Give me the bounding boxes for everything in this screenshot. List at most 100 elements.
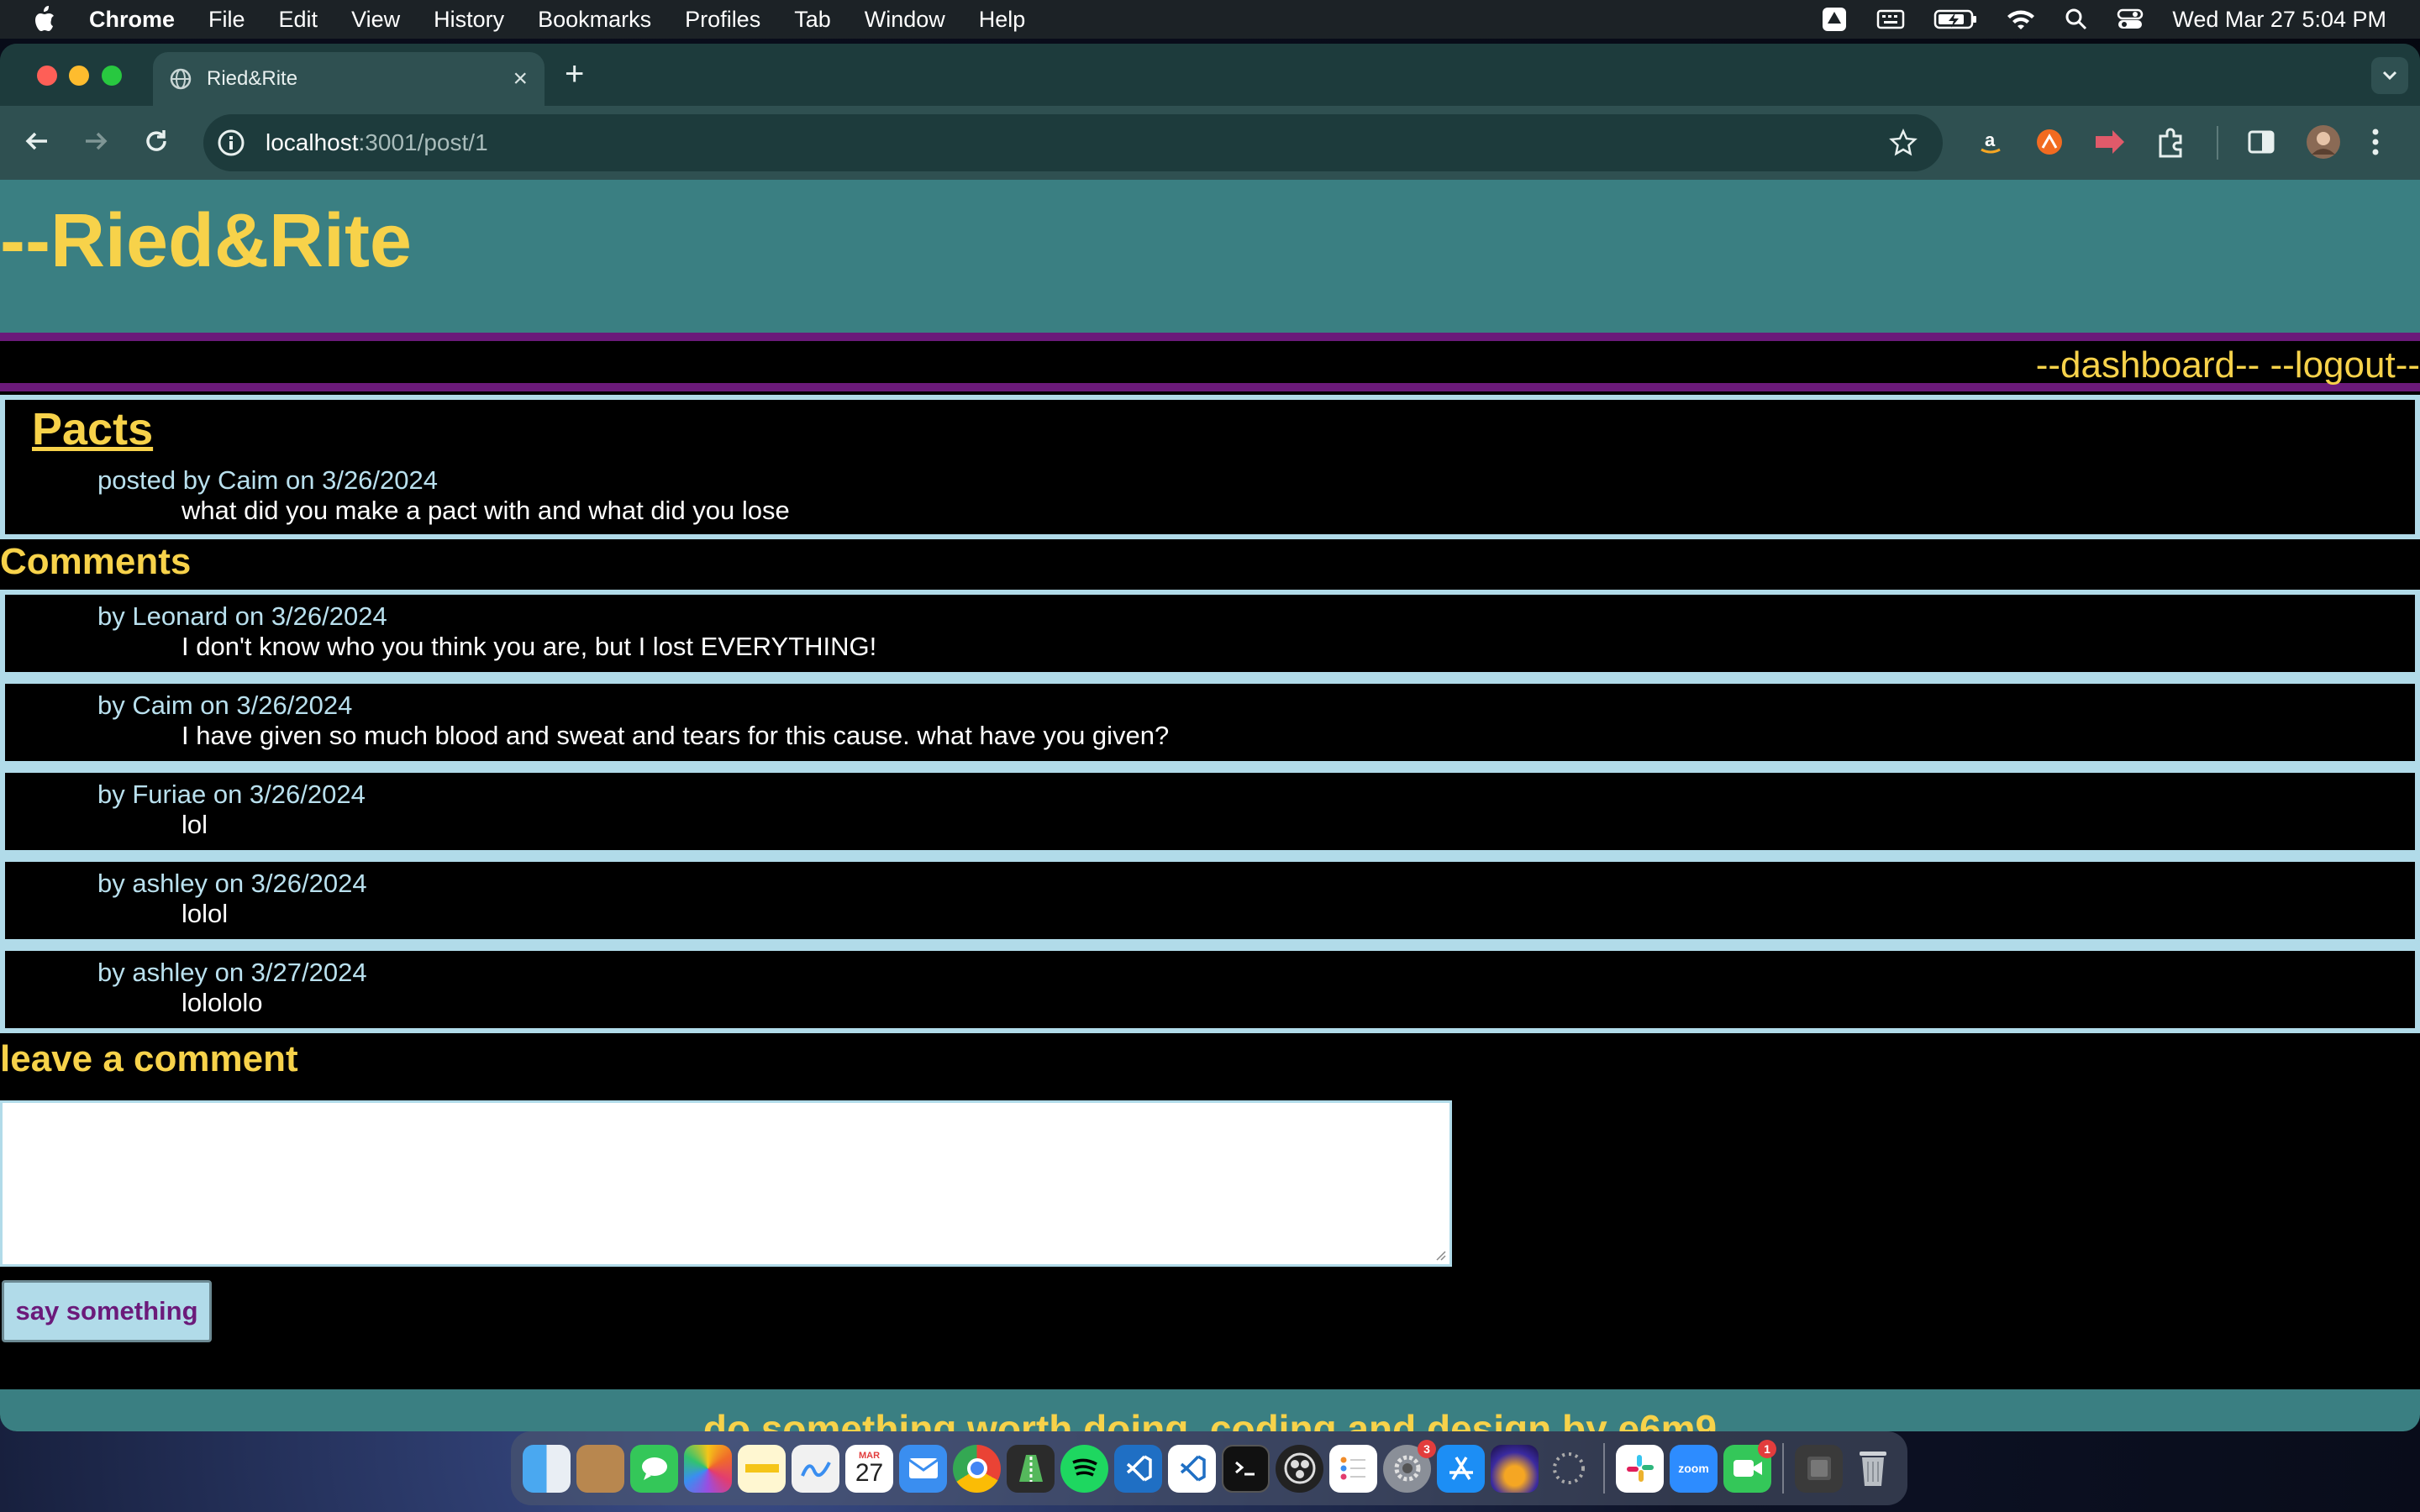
browser-toolbar: localhost :3001/post/1 a <box>0 106 2420 180</box>
slack-icon[interactable] <box>1616 1444 1664 1493</box>
comment-meta: by ashley on 3/26/2024 <box>97 869 367 898</box>
comment-meta: by Leonard on 3/26/2024 <box>97 601 387 631</box>
dock-separator <box>1603 1443 1605 1494</box>
amazon-extension-icon[interactable]: a <box>1976 128 2005 156</box>
bookmark-star-icon[interactable] <box>1889 129 1918 157</box>
extensions-puzzle-icon[interactable] <box>2156 128 2186 158</box>
extension-arrow-icon[interactable] <box>2094 128 2126 156</box>
tab-search-button[interactable] <box>2371 57 2408 94</box>
comment-body: lolol <box>182 899 229 928</box>
loading-app-icon[interactable] <box>1544 1445 1592 1493</box>
comment-item: by Caim on 3/26/2024 I have given so muc… <box>5 684 2415 761</box>
close-tab-icon[interactable]: × <box>513 65 528 93</box>
comment-body: I have given so much blood and sweat and… <box>182 721 1170 750</box>
site-header: --Ried&Rite <box>0 180 2420 341</box>
menu-window[interactable]: Window <box>865 7 945 33</box>
garageband-icon[interactable] <box>1491 1444 1539 1493</box>
post-card: Pacts posted by Caim on 3/26/2024 what d… <box>5 400 2415 534</box>
resize-grip-icon[interactable] <box>1434 1248 1447 1262</box>
menu-bookmarks[interactable]: Bookmarks <box>538 7 651 33</box>
more-menu-icon[interactable] <box>2371 128 2380 156</box>
site-info-icon[interactable] <box>217 129 245 157</box>
tab-title: Ried&Rite <box>207 67 298 90</box>
tab-bar: Ried&Rite × + <box>0 44 2420 106</box>
tab-active[interactable]: Ried&Rite × <box>153 52 544 106</box>
menu-file[interactable]: File <box>208 7 245 33</box>
mail-icon[interactable] <box>899 1444 947 1493</box>
calendar-icon[interactable]: MAR 27 <box>845 1444 893 1493</box>
app-store-icon[interactable] <box>1437 1444 1485 1493</box>
extension-orange-icon[interactable] <box>2035 128 2064 156</box>
comment-meta: by ashley on 3/27/2024 <box>97 958 367 987</box>
post-meta: posted by Caim on 3/26/2024 <box>97 465 438 495</box>
wifi-icon[interactable] <box>2006 8 2036 31</box>
comment-meta: by Caim on 3/26/2024 <box>97 690 353 720</box>
chrome-icon[interactable] <box>953 1444 1001 1493</box>
browser-window: Ried&Rite × + localhost :3001/post/1 a -… <box>0 44 2420 1431</box>
nav-logout-link[interactable]: --logout-- <box>2270 344 2420 386</box>
comment-item: by ashley on 3/26/2024 lolol <box>5 862 2415 939</box>
comment-body: lol <box>182 810 208 839</box>
keyboard-icon[interactable] <box>1876 8 1905 31</box>
downloads-stack-icon[interactable] <box>1795 1444 1843 1493</box>
new-tab-button[interactable]: + <box>565 55 584 92</box>
freeform-icon[interactable] <box>792 1444 839 1493</box>
site-title[interactable]: --Ried&Rite <box>0 198 412 285</box>
maps-app-icon[interactable] <box>1007 1444 1055 1493</box>
spotify-icon[interactable] <box>1060 1444 1108 1493</box>
fullscreen-window-button[interactable] <box>102 66 122 86</box>
comment-item: by Furiae on 3/26/2024 lol <box>5 773 2415 850</box>
control-center-icon[interactable] <box>2117 8 2144 31</box>
post-container: Pacts posted by Caim on 3/26/2024 what d… <box>0 395 2420 539</box>
photos-icon[interactable] <box>684 1444 732 1493</box>
search-icon[interactable] <box>2065 8 2088 31</box>
post-title[interactable]: Pacts <box>32 403 153 455</box>
site-nav: --dashboard-- --logout-- <box>0 341 2420 391</box>
trash-icon[interactable] <box>1849 1445 1897 1493</box>
footer-link[interactable]: do something worth doing. coding and des… <box>0 1406 2420 1431</box>
menu-clock[interactable]: Wed Mar 27 5:04 PM <box>2172 7 2386 33</box>
minimize-window-button[interactable] <box>69 66 89 86</box>
zoom-icon[interactable]: zoom <box>1670 1444 1718 1493</box>
facetime-icon[interactable]: 1 <box>1723 1439 1776 1493</box>
dock: MAR 27 3 zoom 1 <box>511 1431 1907 1505</box>
notes-icon[interactable] <box>738 1444 786 1493</box>
drive-icon[interactable] <box>1821 6 1848 33</box>
contacts-icon[interactable] <box>576 1444 624 1493</box>
menu-app-name[interactable]: Chrome <box>89 7 175 33</box>
menu-help[interactable]: Help <box>979 7 1026 33</box>
profile-avatar[interactable] <box>2306 124 2341 160</box>
address-bar[interactable]: localhost :3001/post/1 <box>203 114 1943 171</box>
vscode-icon[interactable] <box>1114 1444 1162 1493</box>
terminal-icon[interactable] <box>1222 1444 1270 1493</box>
toolbar-divider <box>2217 126 2218 160</box>
reminders-icon[interactable] <box>1329 1444 1377 1493</box>
reload-icon[interactable] <box>141 126 171 156</box>
obs-icon[interactable] <box>1276 1444 1323 1493</box>
comment-textarea[interactable] <box>0 1100 1452 1267</box>
menu-history[interactable]: History <box>434 7 504 33</box>
settings-badge: 3 <box>1418 1439 1436 1458</box>
post-body: what did you make a pact with and what d… <box>182 496 790 525</box>
menu-view[interactable]: View <box>351 7 400 33</box>
close-window-button[interactable] <box>37 66 57 86</box>
leave-comment-heading: leave a comment <box>0 1038 298 1079</box>
back-icon[interactable] <box>22 126 52 156</box>
url-path: :3001/post/1 <box>358 129 488 155</box>
finder-icon[interactable] <box>523 1444 571 1493</box>
battery-icon[interactable] <box>1933 8 1977 30</box>
menu-tab[interactable]: Tab <box>794 7 831 33</box>
submit-comment-button[interactable]: say something <box>2 1280 212 1342</box>
messages-icon[interactable] <box>630 1444 678 1493</box>
dock-separator <box>1782 1443 1784 1494</box>
nav-dashboard-link[interactable]: --dashboard-- <box>2036 344 2260 386</box>
comment-item: by Leonard on 3/26/2024 I don't know who… <box>5 595 2415 672</box>
forward-icon[interactable] <box>81 126 111 156</box>
apple-icon[interactable] <box>32 6 55 33</box>
menu-edit[interactable]: Edit <box>279 7 318 33</box>
menu-profiles[interactable]: Profiles <box>685 7 760 33</box>
vscode-insiders-icon[interactable] <box>1168 1444 1216 1493</box>
side-panel-icon[interactable] <box>2247 128 2275 156</box>
system-settings-icon[interactable]: 3 <box>1383 1439 1436 1493</box>
web-page: --Ried&Rite --dashboard-- --logout-- Pac… <box>0 180 2420 1431</box>
